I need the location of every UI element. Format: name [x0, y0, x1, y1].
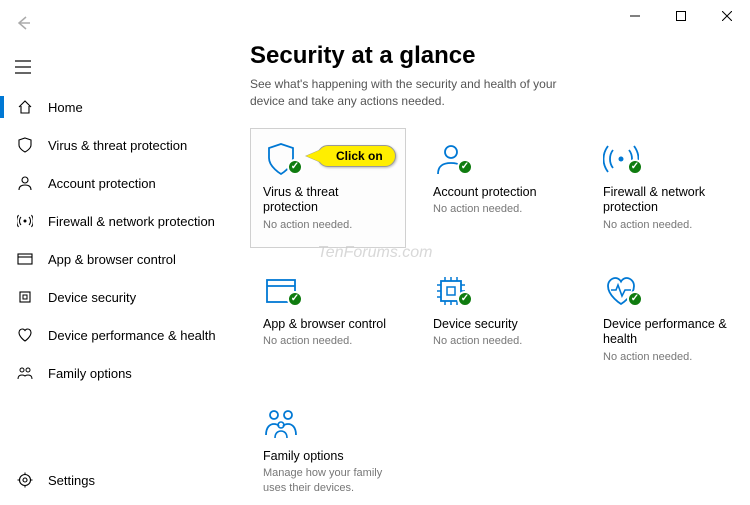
status-ok-badge: ✓	[457, 159, 473, 175]
page-title: Security at a glance	[250, 42, 728, 70]
card-virus-threat[interactable]: ✓ Click on Virus & threat protection No …	[250, 128, 406, 248]
sidebar-item-label: Device security	[48, 290, 136, 305]
home-icon	[14, 99, 36, 115]
card-account[interactable]: ✓ Account protection No action needed.	[420, 128, 576, 248]
maximize-button[interactable]	[658, 0, 704, 32]
sidebar-item-virus[interactable]: Virus & threat protection	[0, 126, 228, 164]
page-subtitle: See what's happening with the security a…	[250, 76, 560, 110]
status-ok-badge: ✓	[457, 291, 473, 307]
main-content: Security at a glance See what's happenin…	[228, 32, 750, 505]
heart-icon	[14, 327, 36, 343]
status-ok-badge: ✓	[287, 291, 303, 307]
sidebar-item-label: Firewall & network protection	[48, 214, 215, 229]
gear-icon	[14, 472, 36, 488]
sidebar-item-app[interactable]: App & browser control	[0, 240, 228, 278]
sidebar-item-device[interactable]: Device security	[0, 278, 228, 316]
back-button[interactable]	[0, 0, 46, 46]
status-ok-badge: ✓	[627, 291, 643, 307]
card-title: Family options	[263, 449, 393, 465]
cards-grid: ✓ Click on Virus & threat protection No …	[250, 128, 728, 505]
card-subtitle: No action needed.	[263, 218, 393, 232]
sidebar-item-firewall[interactable]: Firewall & network protection	[0, 202, 228, 240]
sidebar-item-label: Family options	[48, 366, 132, 381]
card-title: Firewall & network protection	[603, 185, 733, 216]
close-button[interactable]	[704, 0, 750, 32]
callout-annotation: Click on	[317, 145, 396, 167]
status-ok-badge: ✓	[287, 159, 303, 175]
sidebar-item-home[interactable]: Home	[0, 88, 228, 126]
minimize-button[interactable]	[612, 0, 658, 32]
card-title: Device security	[433, 317, 563, 333]
card-title: Virus & threat protection	[263, 185, 393, 216]
card-firewall[interactable]: ✓ Firewall & network protection No actio…	[590, 128, 746, 248]
sidebar: Home Virus & threat protection Account p…	[0, 88, 228, 505]
sidebar-item-account[interactable]: Account protection	[0, 164, 228, 202]
card-device-health[interactable]: ✓ Device performance & health No action …	[590, 260, 746, 380]
family-icon	[263, 405, 299, 441]
card-title: Device performance & health	[603, 317, 733, 348]
sidebar-item-label: Settings	[48, 473, 95, 488]
antenna-icon	[14, 213, 36, 229]
sidebar-item-label: Device performance & health	[48, 328, 216, 343]
browser-icon	[14, 251, 36, 267]
card-subtitle: No action needed.	[433, 202, 563, 216]
card-title: App & browser control	[263, 317, 393, 333]
titlebar	[0, 0, 750, 32]
sidebar-item-settings[interactable]: Settings	[0, 461, 228, 499]
sidebar-item-label: Virus & threat protection	[48, 138, 187, 153]
sidebar-item-label: Account protection	[48, 176, 156, 191]
card-subtitle: No action needed.	[603, 350, 733, 364]
person-icon	[14, 175, 36, 191]
sidebar-item-health[interactable]: Device performance & health	[0, 316, 228, 354]
card-subtitle: Manage how your family uses their device…	[263, 466, 393, 495]
card-app-browser[interactable]: ✓ App & browser control No action needed…	[250, 260, 406, 380]
sidebar-item-label: Home	[48, 100, 83, 115]
card-subtitle: No action needed.	[263, 334, 393, 348]
chip-icon	[14, 289, 36, 305]
menu-button[interactable]	[0, 46, 46, 88]
shield-icon	[14, 137, 36, 153]
nav-top	[0, 0, 46, 88]
card-family[interactable]: Family options Manage how your family us…	[250, 392, 406, 505]
family-icon	[14, 365, 36, 381]
card-subtitle: No action needed.	[433, 334, 563, 348]
sidebar-item-label: App & browser control	[48, 252, 176, 267]
card-device-security[interactable]: ✓ Device security No action needed.	[420, 260, 576, 380]
card-title: Account protection	[433, 185, 563, 201]
card-subtitle: No action needed.	[603, 218, 733, 232]
status-ok-badge: ✓	[627, 159, 643, 175]
sidebar-item-family[interactable]: Family options	[0, 354, 228, 392]
